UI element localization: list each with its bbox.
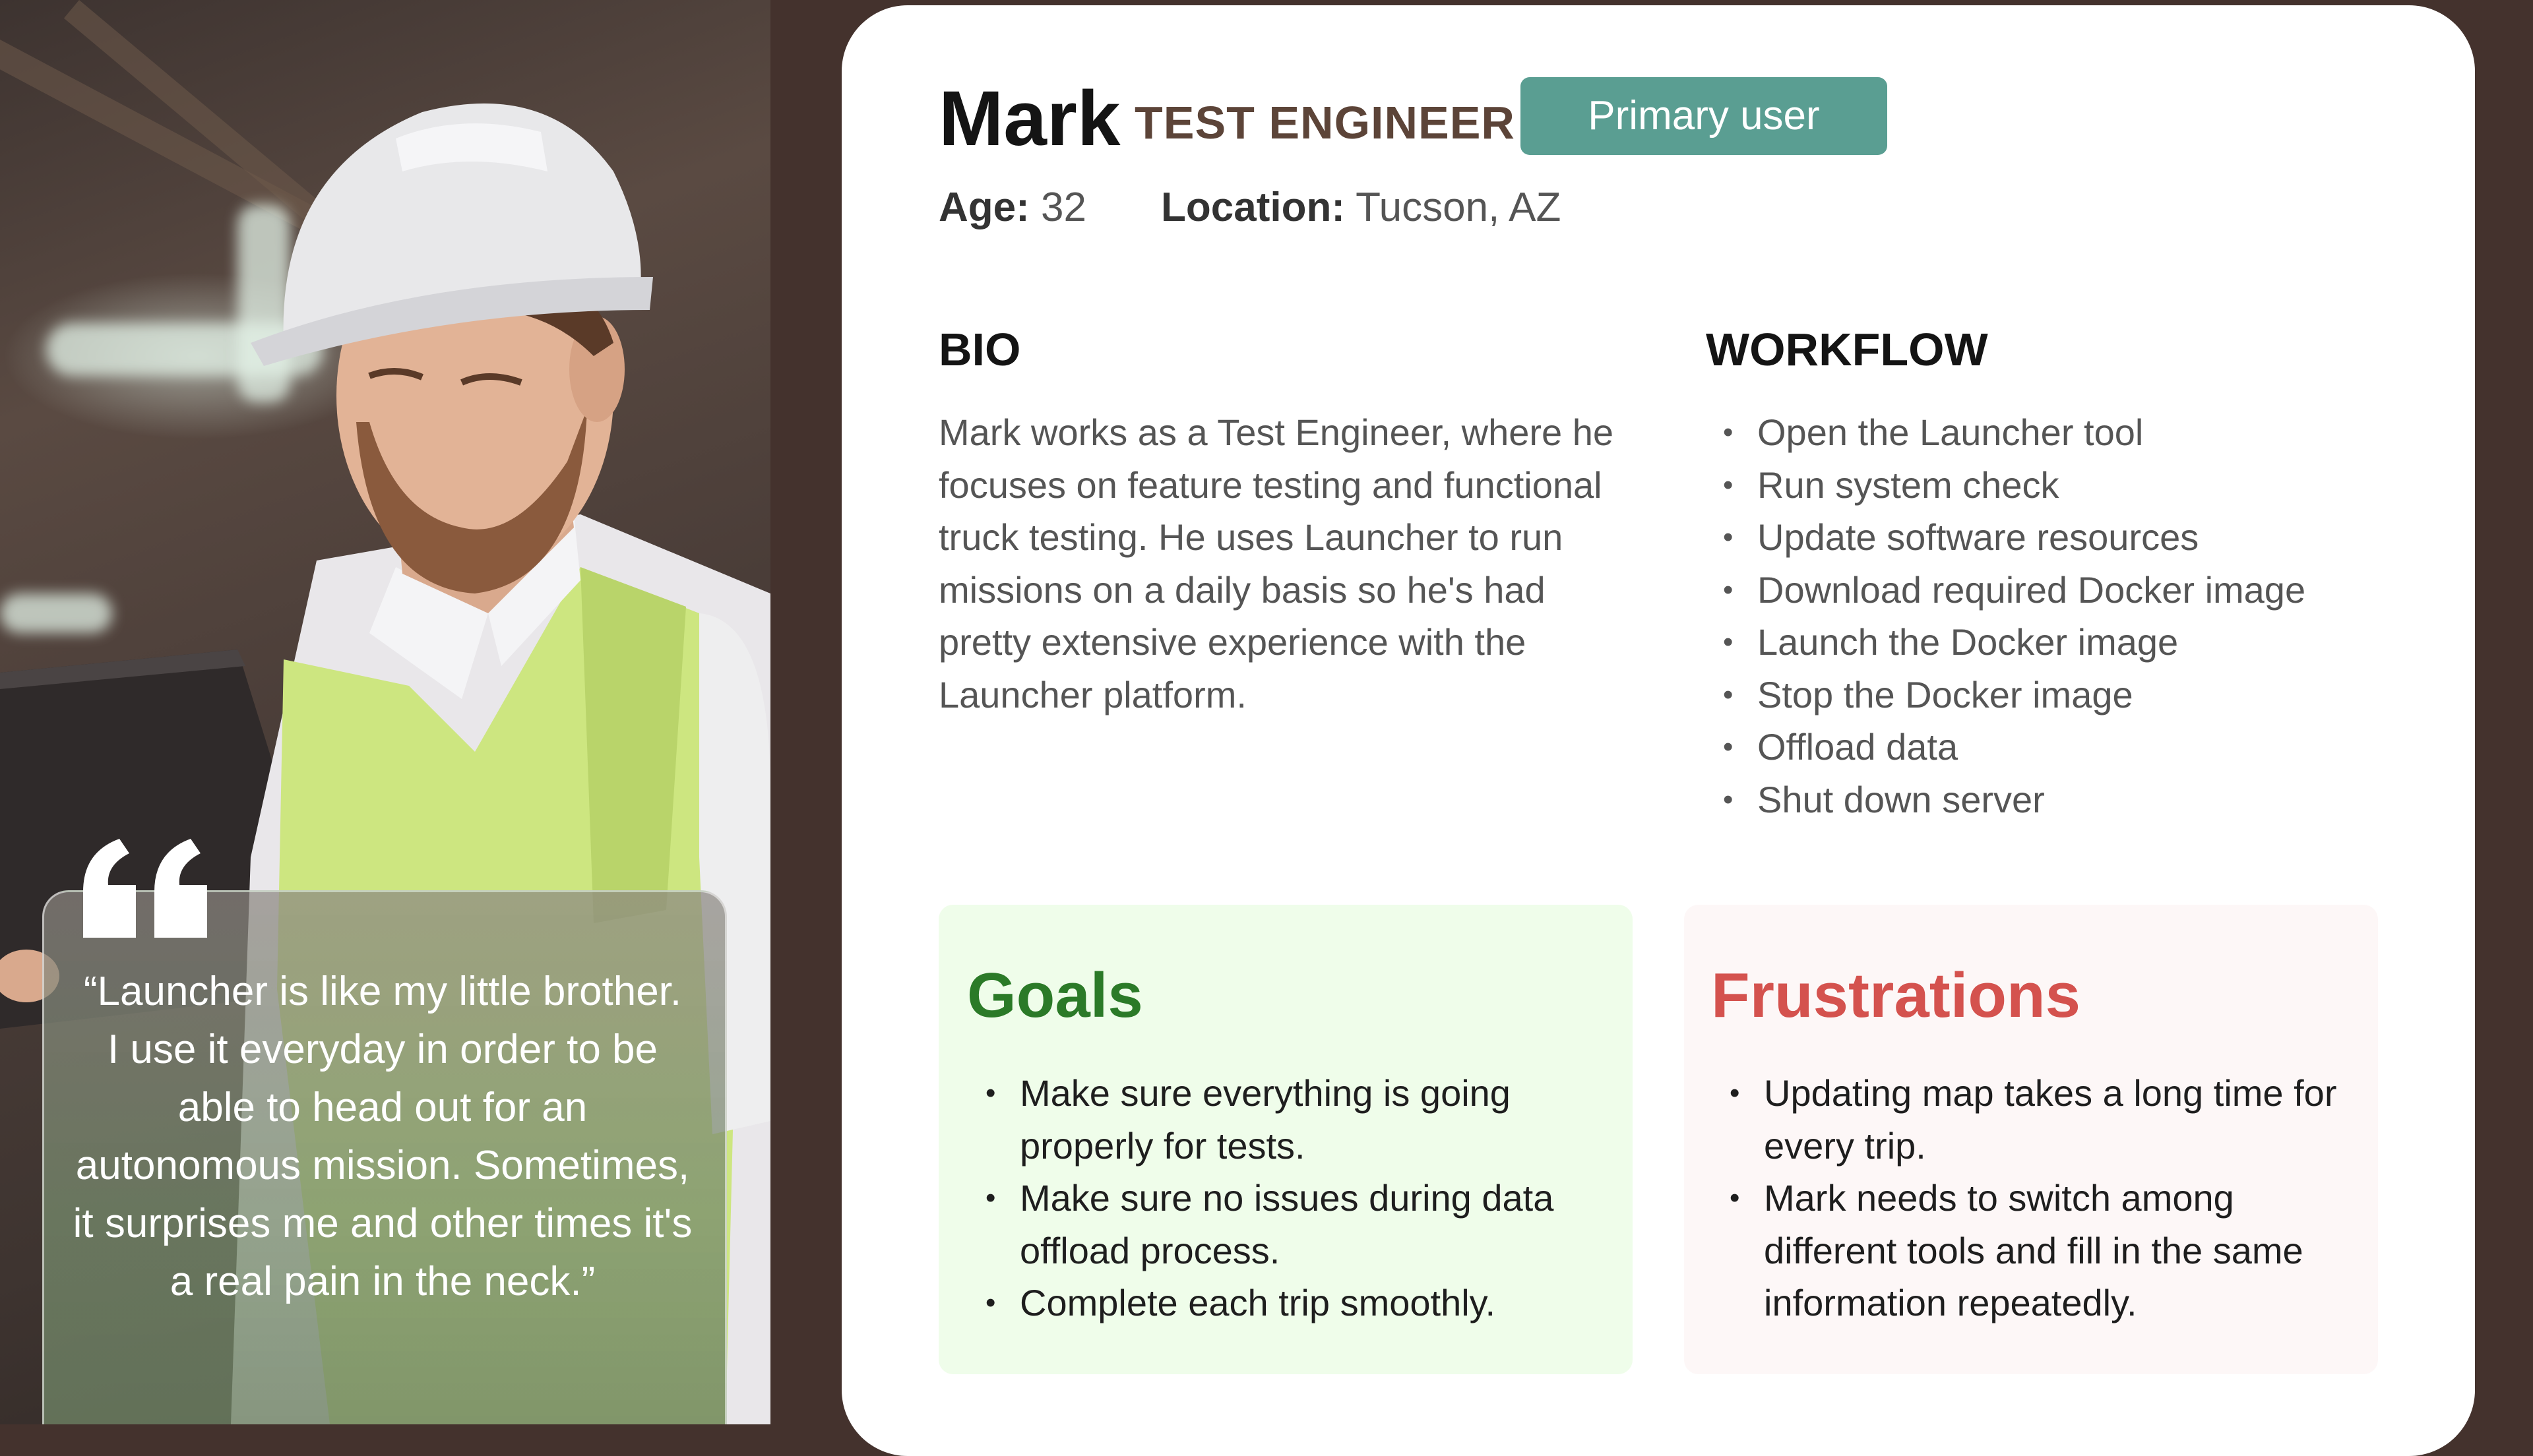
frustration-item: Mark needs to switch among different too… bbox=[1712, 1172, 2372, 1329]
workflow-step: Download required Docker image bbox=[1706, 564, 2431, 617]
persona-role: TEST ENGINEER bbox=[1135, 97, 1515, 148]
quote-icon bbox=[83, 839, 207, 938]
workflow-heading: WORKFLOW bbox=[1706, 324, 1988, 375]
workflow-step: Offload data bbox=[1706, 721, 2431, 774]
frustration-item: Updating map takes a long time for every… bbox=[1712, 1067, 2372, 1172]
goal-item: Make sure no issues during data offload … bbox=[968, 1172, 1602, 1277]
workflow-step: Shut down server bbox=[1706, 774, 2431, 826]
frustrations-title: Frustrations bbox=[1711, 960, 2081, 1031]
workflow-step: Open the Launcher tool bbox=[1706, 406, 2431, 459]
persona-age: Age: 32 bbox=[939, 178, 1086, 237]
goal-item: Complete each trip smoothly. bbox=[968, 1277, 1602, 1329]
location-label: Location: bbox=[1161, 185, 1345, 230]
age-label: Age: bbox=[939, 185, 1030, 230]
workflow-step: Stop the Docker image bbox=[1706, 669, 2431, 721]
workflow-step: Update software resources bbox=[1706, 511, 2431, 564]
persona-quote: “Launcher is like my little brother. I u… bbox=[73, 969, 693, 1304]
age-value: 32 bbox=[1041, 185, 1086, 230]
primary-user-badge: Primary user bbox=[1520, 77, 1887, 155]
goals-title: Goals bbox=[967, 960, 1143, 1031]
bio-heading: BIO bbox=[939, 324, 1021, 375]
frustrations-list: Updating map takes a long time for every… bbox=[1712, 1067, 2372, 1329]
location-value: Tucson, AZ bbox=[1356, 185, 1561, 230]
bio-text: Mark works as a Test Engineer, where he … bbox=[939, 411, 1614, 715]
goals-list: Make sure everything is going properly f… bbox=[968, 1067, 1602, 1329]
persona-name: Mark bbox=[939, 75, 1121, 162]
workflow-step: Run system check bbox=[1706, 459, 2431, 512]
goal-item: Make sure everything is going properly f… bbox=[968, 1067, 1602, 1172]
workflow-step: Launch the Docker image bbox=[1706, 616, 2431, 669]
persona-location: Location: Tucson, AZ bbox=[1161, 178, 1561, 237]
workflow-list: Open the Launcher tool Run system check … bbox=[1706, 406, 2431, 826]
